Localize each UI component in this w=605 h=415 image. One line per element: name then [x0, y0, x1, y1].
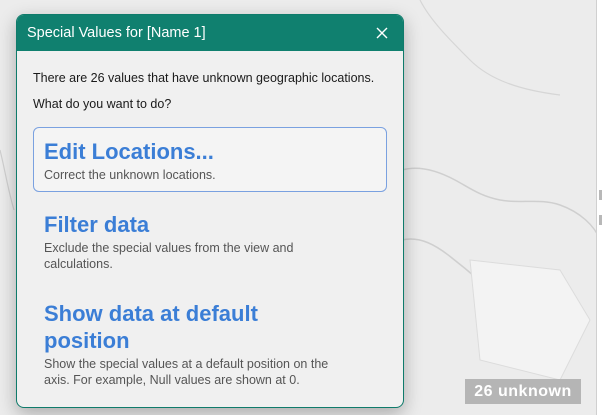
show-default-position-option[interactable]: Show data at default position Show the s…	[33, 289, 387, 397]
dialog-content: There are 26 values that have unknown ge…	[17, 51, 403, 397]
dialog-title: Special Values for [Name 1]	[27, 25, 206, 41]
message-line-2: What do you want to do?	[33, 97, 172, 111]
option-description: Show the special values at a default pos…	[44, 357, 329, 387]
edit-locations-option[interactable]: Edit Locations... Correct the unknown lo…	[33, 127, 387, 192]
message-line-1: There are 26 values that have unknown ge…	[33, 71, 375, 85]
option-title: Show data at default position	[44, 301, 258, 353]
edge-tick	[599, 190, 602, 200]
unknown-values-indicator[interactable]: 26 unknown	[465, 379, 581, 404]
dialog-title-bar[interactable]: Special Values for [Name 1]	[17, 15, 403, 51]
option-title: Edit Locations...	[44, 139, 214, 164]
special-values-dialog: Special Values for [Name 1] There are 26…	[16, 14, 404, 408]
option-description: Correct the unknown locations.	[44, 168, 216, 182]
dialog-message: There are 26 values that have unknown ge…	[33, 65, 387, 117]
option-description: Exclude the special values from the view…	[44, 241, 294, 271]
close-icon	[376, 27, 388, 39]
edge-tick	[599, 215, 602, 225]
right-edge-panel	[596, 0, 605, 415]
option-title: Filter data	[44, 212, 150, 237]
filter-data-option[interactable]: Filter data Exclude the special values f…	[33, 200, 387, 281]
close-button[interactable]	[371, 22, 393, 44]
